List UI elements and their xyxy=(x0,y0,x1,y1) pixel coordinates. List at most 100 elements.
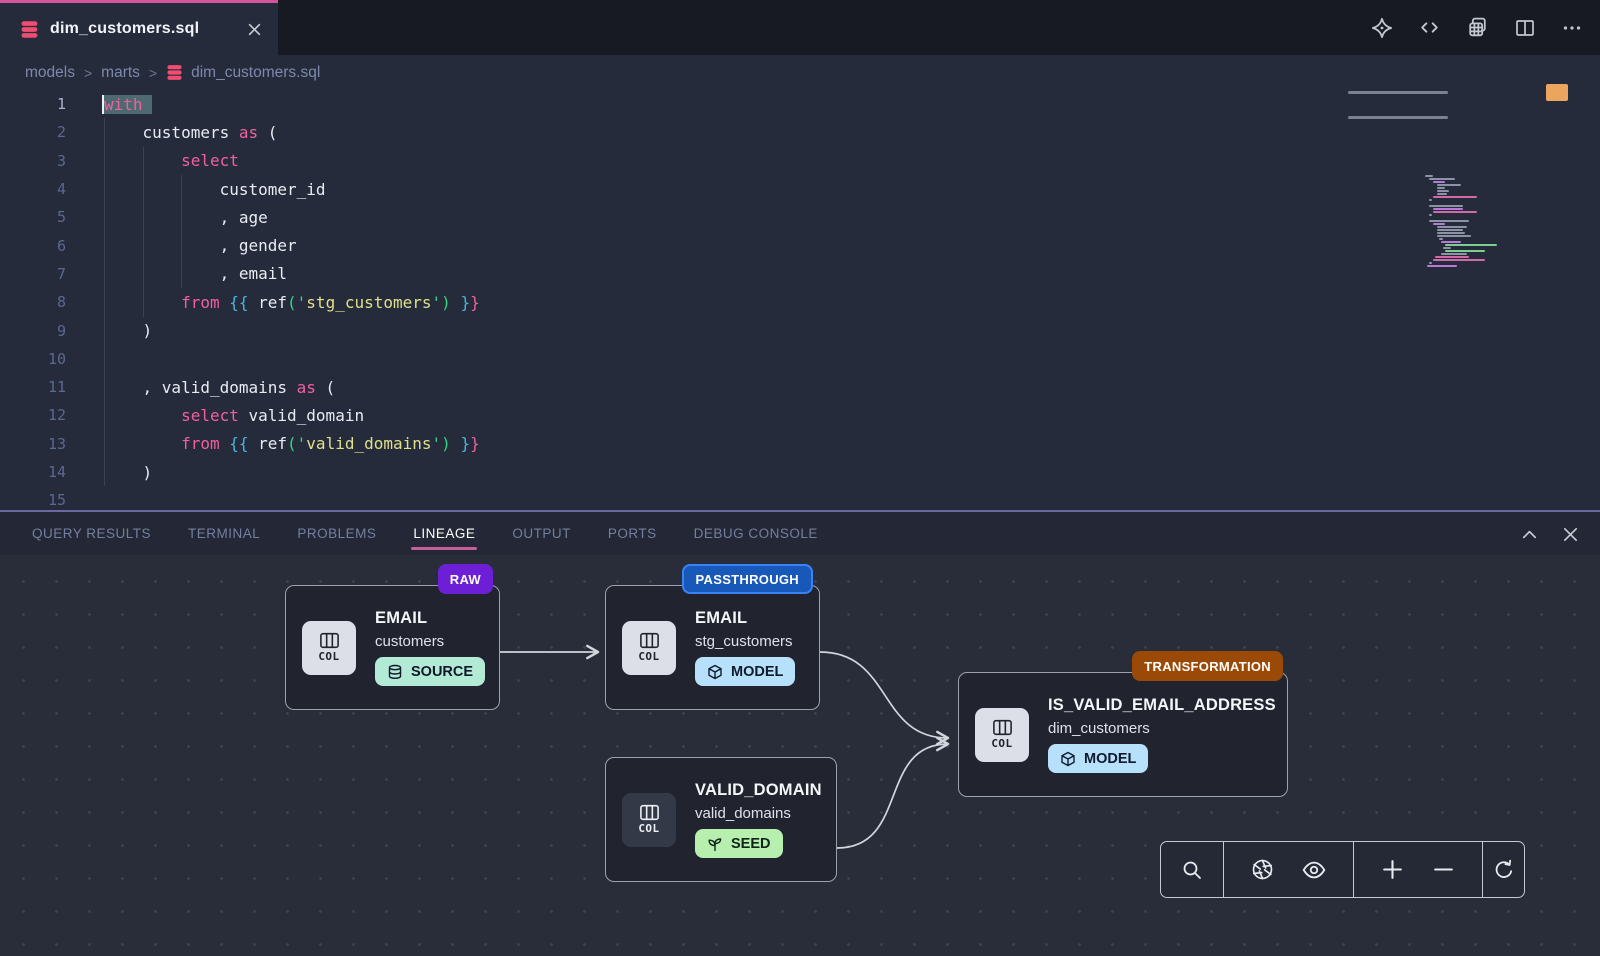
code-line-12[interactable]: 12 select valid_domain xyxy=(0,401,1600,429)
node-subtitle: customers xyxy=(375,633,485,650)
panel-tab-lineage[interactable]: LINEAGE xyxy=(413,526,475,541)
breadcrumb-file[interactable]: dim_customers.sql xyxy=(166,64,320,82)
code-line-3[interactable]: 3 select xyxy=(0,147,1600,175)
lineage-edge xyxy=(820,652,948,738)
node-type-pill-model[interactable]: MODEL xyxy=(695,657,795,686)
line-number: 2 xyxy=(0,123,66,141)
minimap-decoration xyxy=(1348,116,1448,119)
lineage-node-valid_domains[interactable]: COLVALID_DOMAINvalid_domainsSEED xyxy=(605,757,837,882)
code-text: , valid_domains as ( xyxy=(104,378,335,397)
node-type-pill-seed[interactable]: SEED xyxy=(695,829,783,858)
code-line-1[interactable]: 1 with xyxy=(0,90,1600,118)
lineage-toolbar xyxy=(1160,841,1525,898)
line-number: 1 xyxy=(0,95,66,113)
breadcrumb-marts[interactable]: marts xyxy=(101,64,140,82)
code-text: ) xyxy=(104,463,152,482)
code-editor[interactable]: 1with2 customers as (3 select4 customer_… xyxy=(0,90,1600,510)
split-editor-icon[interactable] xyxy=(1513,16,1537,40)
column-type-icon: COL xyxy=(622,621,676,675)
more-icon[interactable] xyxy=(1560,16,1584,40)
minimap-decoration xyxy=(1348,91,1448,94)
refresh-icon[interactable] xyxy=(1492,858,1516,882)
column-type-icon: COL xyxy=(975,708,1029,762)
panel-tab-output[interactable]: OUTPUT xyxy=(512,526,571,541)
code-line-2[interactable]: 2 customers as ( xyxy=(0,118,1600,146)
node-type-pill-source[interactable]: SOURCE xyxy=(375,657,485,686)
minimap[interactable] xyxy=(1425,175,1541,268)
code-line-15[interactable]: 15 xyxy=(0,486,1600,510)
col-label: COL xyxy=(638,650,659,663)
code-text: ) xyxy=(104,321,152,340)
pill-label: MODEL xyxy=(1084,751,1136,767)
code-line-6[interactable]: 6 , gender xyxy=(0,232,1600,260)
code-text: select xyxy=(104,151,239,170)
code-line-13[interactable]: 13 from {{ ref('valid_domains') }} xyxy=(0,430,1600,458)
close-icon[interactable] xyxy=(247,22,262,37)
lineage-node-customers[interactable]: RAWCOLEMAILcustomersSOURCE xyxy=(285,585,500,710)
copy-table-icon[interactable] xyxy=(1465,15,1490,40)
node-title: IS_VALID_EMAIL_ADDRESS xyxy=(1048,696,1273,715)
title-bar: dim_customers.sql xyxy=(0,0,1600,55)
code-line-5[interactable]: 5 , age xyxy=(0,203,1600,231)
code-text: with xyxy=(104,95,152,114)
aperture-icon[interactable] xyxy=(1250,857,1275,882)
panel-tab-terminal[interactable]: TERMINAL xyxy=(188,526,260,541)
pill-label: MODEL xyxy=(731,664,783,680)
code-line-10[interactable]: 10 xyxy=(0,345,1600,373)
lineage-node-dim_customers[interactable]: TRANSFORMATIONCOLIS_VALID_EMAIL_ADDRESSd… xyxy=(958,672,1288,797)
code-icon[interactable] xyxy=(1417,15,1442,40)
node-subtitle: dim_customers xyxy=(1048,720,1273,737)
search-icon[interactable] xyxy=(1180,858,1204,882)
code-line-14[interactable]: 14 ) xyxy=(0,458,1600,486)
breadcrumb-file-label: dim_customers.sql xyxy=(191,64,320,82)
panel-tab-debug-console[interactable]: DEBUG CONSOLE xyxy=(694,526,818,541)
eye-icon[interactable] xyxy=(1301,857,1327,883)
close-icon[interactable] xyxy=(1561,525,1580,544)
pill-label: SOURCE xyxy=(411,664,473,680)
line-number: 12 xyxy=(0,406,66,424)
line-number: 9 xyxy=(0,322,66,340)
line-number: 4 xyxy=(0,180,66,198)
col-label: COL xyxy=(318,650,339,663)
node-title: EMAIL xyxy=(375,609,485,628)
panel-tab-ports[interactable]: PORTS xyxy=(608,526,657,541)
code-line-9[interactable]: 9 ) xyxy=(0,316,1600,344)
zoom-in-icon[interactable] xyxy=(1380,857,1405,882)
column-type-icon: COL xyxy=(622,793,676,847)
database-icon xyxy=(20,20,39,39)
code-line-7[interactable]: 7 , email xyxy=(0,260,1600,288)
panel-tab-problems[interactable]: PROBLEMS xyxy=(297,526,376,541)
breadcrumb-separator: > xyxy=(149,65,157,81)
line-number: 3 xyxy=(0,152,66,170)
breadcrumb-separator: > xyxy=(84,65,92,81)
code-line-8[interactable]: 8 from {{ ref('stg_customers') }} xyxy=(0,288,1600,316)
lineage-edge xyxy=(837,744,948,848)
node-title: EMAIL xyxy=(695,609,795,628)
col-label: COL xyxy=(638,822,659,835)
node-subtitle: stg_customers xyxy=(695,633,795,650)
line-number: 11 xyxy=(0,378,66,396)
node-type-pill-model[interactable]: MODEL xyxy=(1048,744,1148,773)
line-number: 15 xyxy=(0,491,66,509)
node-title: VALID_DOMAIN xyxy=(695,781,822,800)
tab-title: dim_customers.sql xyxy=(50,20,199,38)
dbt-icon[interactable] xyxy=(1370,16,1394,40)
code-text: customer_id xyxy=(104,180,326,199)
lineage-canvas[interactable]: RAWCOLEMAILcustomersSOURCEPASSTHROUGHCOL… xyxy=(0,555,1600,956)
lineage-node-stg_customers[interactable]: PASSTHROUGHCOLEMAILstg_customersMODEL xyxy=(605,585,820,710)
breadcrumb-models[interactable]: models xyxy=(25,64,75,82)
line-number: 8 xyxy=(0,293,66,311)
line-number: 14 xyxy=(0,463,66,481)
code-line-11[interactable]: 11 , valid_domains as ( xyxy=(0,373,1600,401)
scrollbar-marker[interactable] xyxy=(1546,84,1568,101)
code-text: , gender xyxy=(104,236,297,255)
line-number: 13 xyxy=(0,435,66,453)
panel-tab-query-results[interactable]: QUERY RESULTS xyxy=(32,526,151,541)
line-number: 5 xyxy=(0,208,66,226)
code-line-4[interactable]: 4 customer_id xyxy=(0,175,1600,203)
editor-tab-dim-customers[interactable]: dim_customers.sql xyxy=(0,0,278,55)
zoom-out-icon[interactable] xyxy=(1431,857,1456,882)
chevron-up-icon[interactable] xyxy=(1520,525,1539,544)
seedling-icon xyxy=(707,836,723,852)
line-number: 7 xyxy=(0,265,66,283)
